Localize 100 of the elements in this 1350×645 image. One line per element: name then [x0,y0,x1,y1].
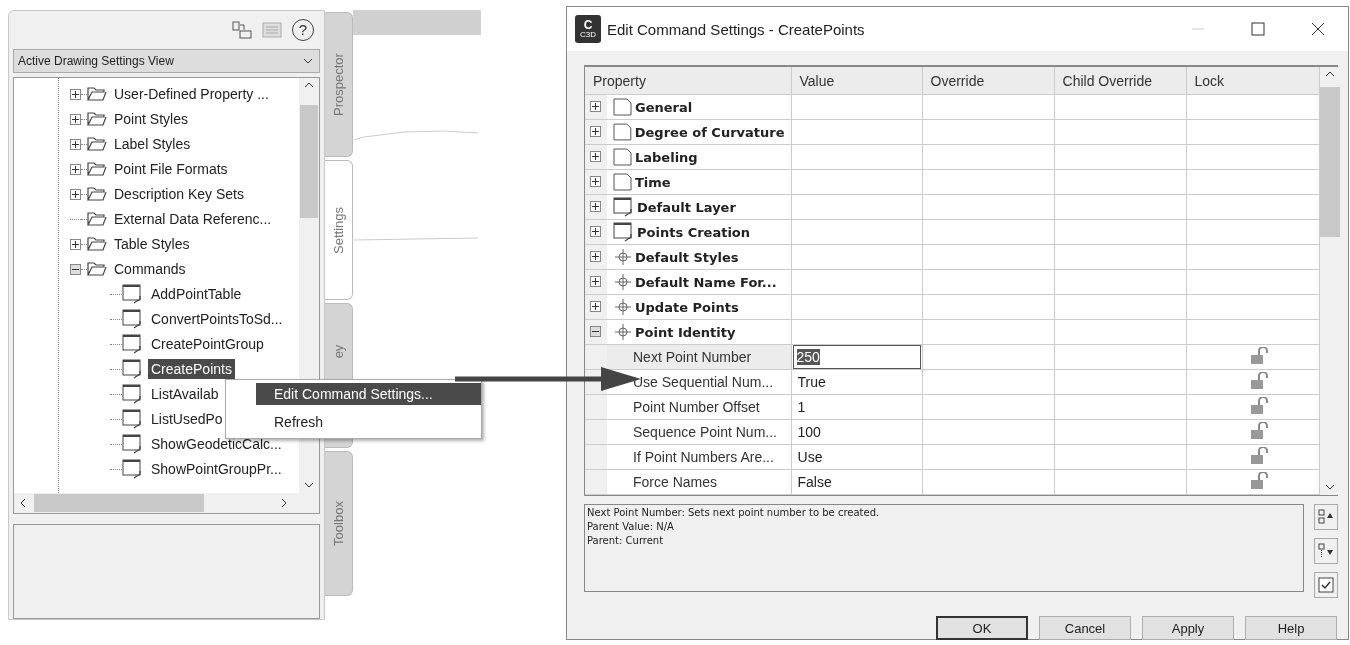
category-label: Labeling [635,149,698,165]
command-icon [122,359,144,380]
folder-icon [87,237,107,252]
tree-item[interactable]: ListUsedPo [148,409,226,430]
tree-item[interactable]: AddPointTable [148,284,245,305]
scrollbar-thumb[interactable] [34,494,204,513]
tree-down-icon [1317,542,1335,560]
app-logo: C C3D [575,15,601,43]
expand-toggle[interactable] [590,251,601,262]
folder-icon [87,187,107,202]
category-label: Default Styles [635,249,739,265]
description-line: Parent Value: N/A [587,521,675,532]
menu-item[interactable]: Edit Command Settings... [256,383,481,405]
view-dropdown[interactable]: Active Drawing Settings View [13,48,320,73]
command-icon [122,309,144,330]
checkbox-icon [1318,577,1334,593]
tree-item[interactable]: ConvertPointsToSd... [148,309,286,330]
horizontal-scrollbar[interactable] [14,493,319,514]
window-title: Edit Command Settings - CreatePoints [607,20,866,38]
expand-toggle[interactable] [70,163,81,175]
crosshair-icon [613,298,633,316]
category-label: Update Points [635,299,739,315]
property-label: If Point Numbers Are... [633,449,774,465]
tree-item[interactable]: CreatePoints [148,359,235,380]
expand-toggle[interactable] [70,188,81,200]
command-icon [122,459,144,480]
open-padlock-icon[interactable] [1248,471,1269,490]
tree-item[interactable]: Table Styles [111,234,193,255]
category-label: Time [635,174,671,190]
expand-toggle[interactable] [590,176,601,187]
expand-all-button[interactable] [1314,538,1338,564]
tree-item[interactable]: CreatePointGroup [148,334,267,355]
command-icon [122,334,144,355]
property-value: 1 [797,399,806,415]
scrollbar-thumb[interactable] [1319,87,1340,237]
tree-item[interactable]: Label Styles [111,134,194,155]
category-label: General [635,99,693,115]
expand-toggle[interactable] [70,138,81,150]
crosshair-icon [613,323,633,341]
expand-toggle[interactable] [70,113,81,125]
categorized-button[interactable] [1314,504,1338,530]
tree-item[interactable]: Description Key Sets [111,184,247,205]
dialog-button[interactable]: Apply [1142,616,1234,640]
expand-toggle[interactable] [590,276,601,287]
description-line: Parent: Current [587,535,665,546]
scroll-right-icon[interactable] [279,498,289,509]
open-padlock-icon[interactable] [1248,421,1269,440]
open-padlock-icon[interactable] [1248,346,1269,365]
expand-toggle[interactable] [70,238,81,250]
expand-toggle[interactable] [590,301,601,312]
command-icon [613,197,635,217]
column-header[interactable]: Property [585,67,791,95]
dialog-button[interactable]: Help [1245,616,1337,640]
check-button[interactable] [1314,572,1338,598]
side-tab[interactable]: Settings [325,160,353,300]
dialog-button[interactable]: Cancel [1039,616,1131,640]
property-value: Use [797,449,823,465]
tree-item[interactable]: Commands [111,259,189,280]
folder-icon [87,162,107,177]
expand-toggle[interactable] [70,88,81,100]
tree-item[interactable]: ShowPointGroupPr... [148,459,285,480]
grid-scrollbar[interactable] [1319,67,1340,495]
table-icon[interactable] [232,20,252,39]
category-label: Default Layer [637,199,736,215]
dialog-button[interactable]: OK [936,616,1028,640]
expand-toggle[interactable] [590,226,601,237]
expand-toggle[interactable] [590,126,601,137]
open-padlock-icon[interactable] [1248,396,1269,415]
column-header[interactable]: Child Override [1054,67,1186,95]
tree-item[interactable]: Point Styles [111,109,191,130]
property-label: Use Sequential Num... [633,374,774,390]
open-padlock-icon[interactable] [1248,446,1269,465]
collapse-toggle[interactable] [70,263,81,275]
description-line: Next Point Number: Sets next point number to be created. [587,507,881,518]
category-label: Point Identity [635,324,736,340]
column-header[interactable]: Value [791,67,922,95]
column-header[interactable]: Lock [1186,67,1319,95]
property-value: 100 [797,424,821,440]
column-header[interactable]: Override [922,67,1054,95]
document-icon [613,148,633,166]
tree-item[interactable]: External Data Referenc... [111,209,275,230]
scrollbar-thumb[interactable] [300,104,318,218]
tree-item[interactable]: ListAvailab [148,384,222,405]
category-label: Degree of Curvature [634,124,785,140]
sort-up-icon [1317,508,1335,526]
expand-toggle[interactable] [590,201,601,212]
maximize-icon[interactable] [1251,22,1265,36]
property-label: Next Point Number [633,349,752,365]
folder-icon [87,112,107,127]
tree-item[interactable]: Point File Formats [111,159,231,180]
value-field[interactable]: 250 [792,345,921,369]
command-icon [122,409,144,430]
collapse-toggle[interactable] [590,326,601,337]
open-padlock-icon[interactable] [1248,371,1269,390]
expand-toggle[interactable] [590,101,601,112]
tree-item[interactable]: User-Defined Property ... [111,84,272,105]
tree-item[interactable]: ShowGeodeticCalc... [148,434,285,455]
expand-toggle[interactable] [590,151,601,162]
close-icon[interactable] [1311,22,1325,36]
scroll-left-icon[interactable] [18,498,28,509]
